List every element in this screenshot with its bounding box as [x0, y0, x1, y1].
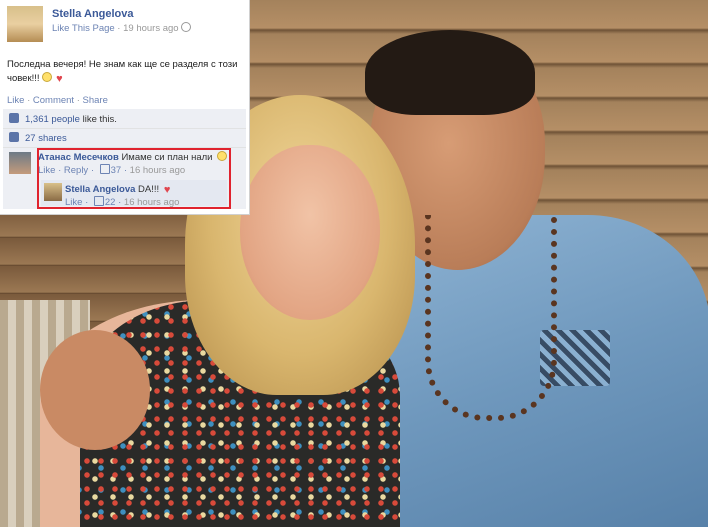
man-hair — [365, 30, 535, 115]
action-separator: · — [24, 95, 33, 106]
man-arm — [40, 330, 150, 450]
comment-link[interactable]: Comment — [33, 95, 74, 106]
like-link[interactable]: Like — [7, 95, 24, 106]
shares-row: 27 shares — [3, 130, 246, 148]
thumbs-up-icon — [9, 113, 19, 123]
likes-row: 1,361 people like this. — [3, 111, 246, 129]
meta-separator: · — [114, 23, 124, 34]
likes-count-link[interactable]: 1,361 people — [25, 114, 80, 125]
page-name-link[interactable]: Stella Angelova — [52, 8, 134, 20]
share-link[interactable]: Share — [83, 95, 108, 106]
woman-face — [240, 145, 380, 320]
likes-suffix: like this. — [79, 114, 117, 125]
bead-necklace — [425, 215, 557, 421]
post-actions: Like · Comment · Share — [7, 95, 108, 106]
shares-link[interactable]: 27 shares — [25, 133, 67, 144]
smiley-icon — [41, 72, 52, 82]
share-icon — [9, 132, 19, 142]
action-separator: · — [74, 95, 83, 106]
post-text: Последна вечеря! Не знам как ще се разде… — [7, 58, 243, 86]
post-time[interactable]: 19 hours ago — [123, 23, 178, 34]
facebook-post-panel: Stella Angelova Like This Page · 19 hour… — [0, 0, 250, 215]
heart-icon: ♥ — [56, 73, 63, 85]
red-highlight-box — [37, 148, 231, 209]
post-text-body: Последна вечеря! Не знам как ще се разде… — [7, 59, 238, 84]
post-meta: Like This Page · 19 hours ago — [52, 22, 191, 34]
globe-icon — [180, 22, 191, 32]
comment-avatar[interactable] — [9, 152, 31, 174]
like-page-link[interactable]: Like This Page — [52, 23, 115, 34]
page-avatar[interactable] — [7, 6, 43, 42]
